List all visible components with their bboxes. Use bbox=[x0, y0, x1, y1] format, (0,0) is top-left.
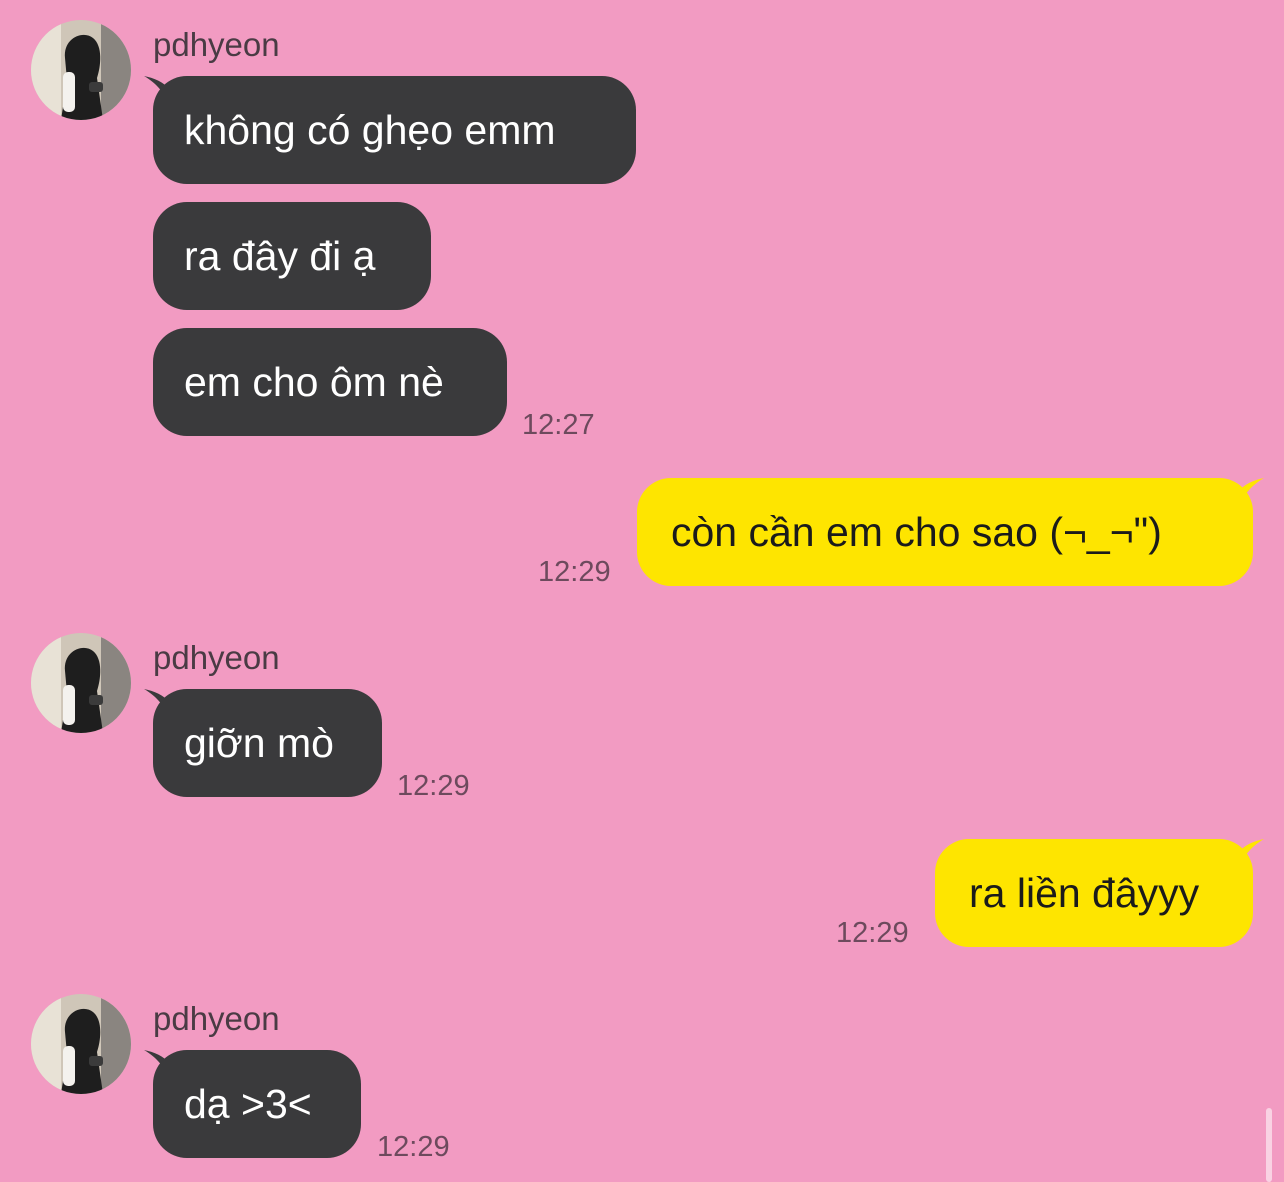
avatar-photo-icon bbox=[31, 20, 131, 120]
avatar-photo-icon bbox=[31, 633, 131, 733]
message-timestamp: 12:29 bbox=[836, 917, 909, 949]
avatar[interactable] bbox=[31, 994, 131, 1094]
outgoing-message-bubble[interactable]: ra liền đâyyy bbox=[935, 839, 1253, 947]
avatar[interactable] bbox=[31, 20, 131, 120]
bubble-tail bbox=[1238, 478, 1264, 506]
message-timestamp: 12:29 bbox=[538, 556, 611, 588]
message-timestamp: 12:29 bbox=[377, 1131, 450, 1163]
incoming-message-bubble[interactable]: không có ghẹo emm bbox=[153, 76, 636, 184]
avatar-photo-icon bbox=[31, 994, 131, 1094]
sender-name: pdhyeon bbox=[153, 1000, 280, 1037]
avatar[interactable] bbox=[31, 633, 131, 733]
incoming-message-bubble[interactable]: em cho ôm nè bbox=[153, 328, 507, 436]
message-timestamp: 12:29 bbox=[397, 770, 470, 802]
bubble-tail bbox=[1238, 839, 1264, 867]
scrollbar[interactable] bbox=[1266, 1108, 1272, 1182]
outgoing-message-bubble[interactable]: còn cần em cho sao (¬_¬") bbox=[637, 478, 1253, 586]
sender-name: pdhyeon bbox=[153, 26, 280, 63]
message-timestamp: 12:27 bbox=[522, 409, 595, 441]
incoming-message-bubble[interactable]: giỡn mò bbox=[153, 689, 382, 797]
incoming-message-bubble[interactable]: dạ >3< bbox=[153, 1050, 361, 1158]
incoming-message-bubble[interactable]: ra đây đi ạ bbox=[153, 202, 431, 310]
sender-name: pdhyeon bbox=[153, 639, 280, 676]
